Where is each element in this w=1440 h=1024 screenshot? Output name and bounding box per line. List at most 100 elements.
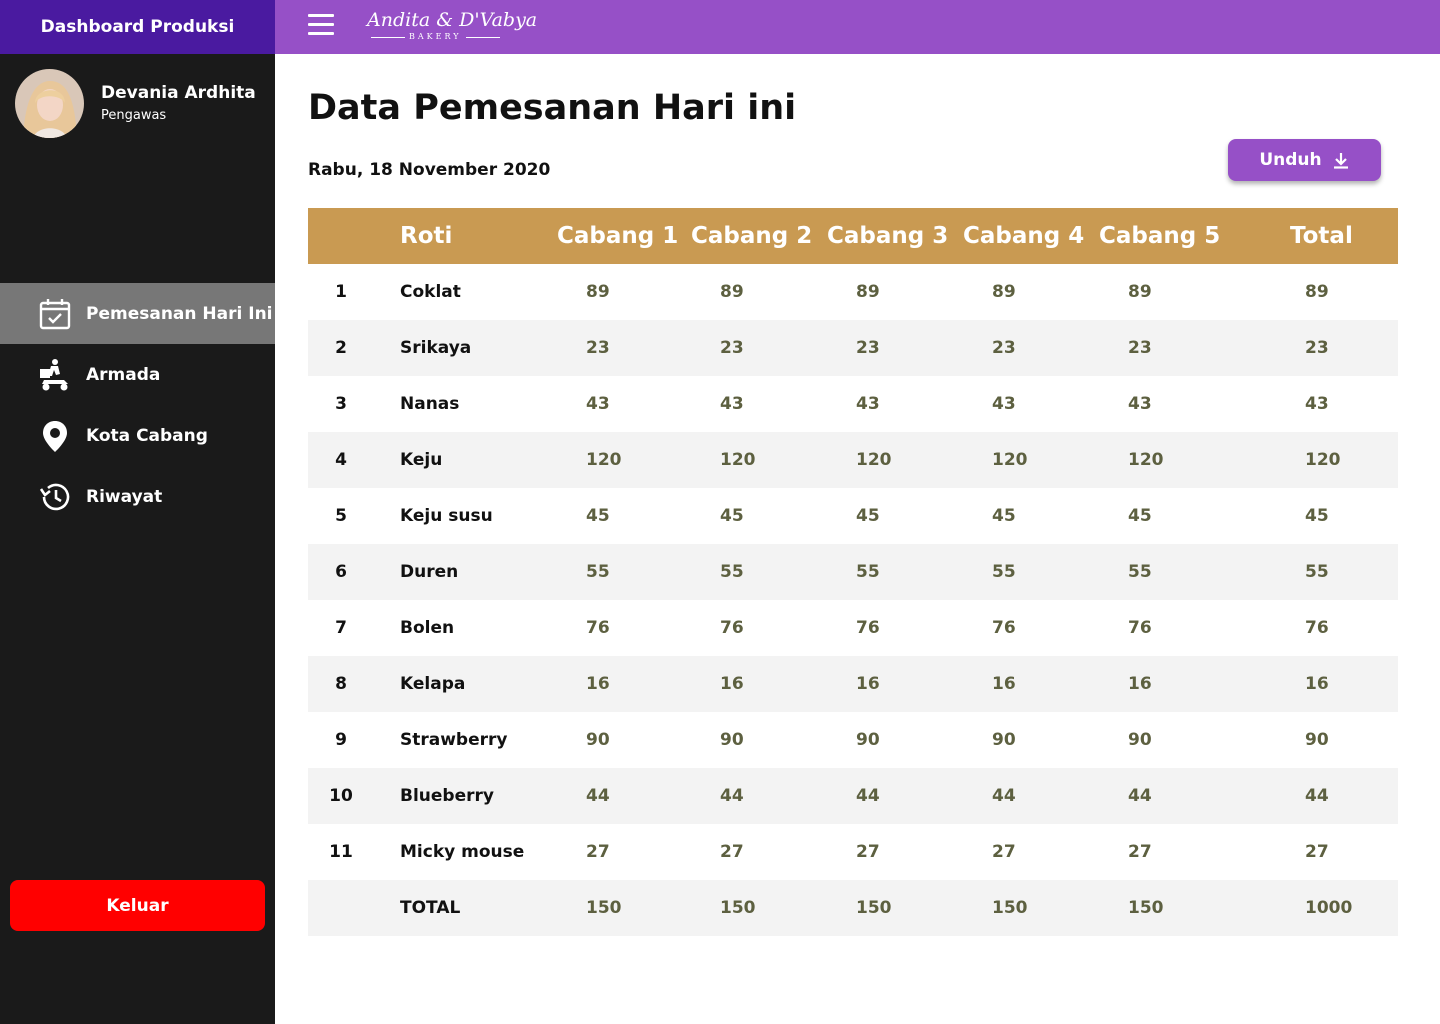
table-row: 9 Strawberry 90 90 90 90 90 90 bbox=[308, 712, 1398, 768]
sidebar-nav: Pemesanan Hari Ini Armada Kota Cabang Ri… bbox=[0, 283, 275, 527]
row-cabang-1: 43 bbox=[586, 394, 610, 414]
table-row: 8 Kelapa 16 16 16 16 16 16 bbox=[308, 656, 1398, 712]
row-roti: Keju susu bbox=[400, 506, 493, 526]
history-icon bbox=[38, 480, 72, 514]
row-cabang-4: 76 bbox=[992, 618, 1016, 638]
calendar-check-icon bbox=[38, 297, 72, 331]
row-total: 76 bbox=[1305, 618, 1329, 638]
row-total: 44 bbox=[1305, 786, 1329, 806]
download-button[interactable]: Unduh bbox=[1228, 139, 1381, 181]
sidebar-title: Dashboard Produksi bbox=[0, 0, 275, 54]
row-cabang-4: 89 bbox=[992, 282, 1016, 302]
row-number: 5 bbox=[335, 506, 347, 526]
table-row: 1 Coklat 89 89 89 89 89 89 bbox=[308, 264, 1398, 320]
row-total: 43 bbox=[1305, 394, 1329, 414]
table-row: 6 Duren 55 55 55 55 55 55 bbox=[308, 544, 1398, 600]
row-cabang-3: 44 bbox=[856, 786, 880, 806]
sidebar-item-armada[interactable]: Armada bbox=[0, 344, 275, 405]
logout-button[interactable]: Keluar bbox=[10, 880, 265, 931]
sidebar-item-label: Riwayat bbox=[86, 486, 163, 507]
row-number: 1 bbox=[335, 282, 347, 302]
row-cabang-1: 150 bbox=[586, 898, 622, 918]
sidebar-item-pemesanan-hari-ini[interactable]: Pemesanan Hari Ini bbox=[0, 283, 275, 344]
sidebar-item-kota-cabang[interactable]: Kota Cabang bbox=[0, 405, 275, 466]
sidebar-item-label: Armada bbox=[86, 364, 161, 385]
row-number: 7 bbox=[335, 618, 347, 638]
row-cabang-4: 43 bbox=[992, 394, 1016, 414]
row-number: 10 bbox=[329, 786, 353, 806]
row-cabang-1: 76 bbox=[586, 618, 610, 638]
row-cabang-4: 90 bbox=[992, 730, 1016, 750]
row-cabang-4: 150 bbox=[992, 898, 1028, 918]
row-number: 4 bbox=[335, 450, 347, 470]
row-cabang-3: 43 bbox=[856, 394, 880, 414]
page-title: Data Pemesanan Hari ini bbox=[308, 88, 797, 128]
row-number: 2 bbox=[335, 338, 347, 358]
row-cabang-2: 44 bbox=[720, 786, 744, 806]
profile-name: Devania Ardhita bbox=[101, 82, 256, 103]
row-total: 27 bbox=[1305, 842, 1329, 862]
current-date: Rabu, 18 November 2020 bbox=[308, 160, 551, 180]
row-cabang-1: 44 bbox=[586, 786, 610, 806]
avatar bbox=[15, 69, 84, 138]
brand-logo: Andita & D'Vabya BAKERY bbox=[367, 9, 537, 42]
table-total-row: TOTAL 150 150 150 150 150 1000 bbox=[308, 880, 1398, 936]
row-number: 9 bbox=[335, 730, 347, 750]
row-number bbox=[308, 880, 374, 936]
row-total: 23 bbox=[1305, 338, 1329, 358]
location-pin-icon bbox=[38, 419, 72, 453]
table-row: 11 Micky mouse 27 27 27 27 27 27 bbox=[308, 824, 1398, 880]
row-cabang-5: 150 bbox=[1128, 898, 1164, 918]
row-cabang-4: 27 bbox=[992, 842, 1016, 862]
row-cabang-5: 120 bbox=[1128, 450, 1164, 470]
sidebar-item-label: Pemesanan Hari Ini bbox=[86, 303, 273, 324]
row-cabang-5: 90 bbox=[1128, 730, 1152, 750]
row-cabang-3: 89 bbox=[856, 282, 880, 302]
row-cabang-2: 45 bbox=[720, 506, 744, 526]
row-cabang-1: 89 bbox=[586, 282, 610, 302]
row-cabang-2: 120 bbox=[720, 450, 756, 470]
row-cabang-5: 89 bbox=[1128, 282, 1152, 302]
row-cabang-1: 23 bbox=[586, 338, 610, 358]
header-no bbox=[308, 208, 374, 264]
header-total: Total bbox=[1290, 223, 1353, 249]
row-roti: Srikaya bbox=[400, 338, 472, 358]
header-cabang-5: Cabang 5 bbox=[1099, 223, 1221, 249]
row-cabang-4: 55 bbox=[992, 562, 1016, 582]
row-cabang-2: 89 bbox=[720, 282, 744, 302]
row-total: 120 bbox=[1305, 450, 1341, 470]
row-total: 16 bbox=[1305, 674, 1329, 694]
header-roti: Roti bbox=[400, 223, 453, 249]
row-roti: Strawberry bbox=[400, 730, 508, 750]
row-cabang-1: 120 bbox=[586, 450, 622, 470]
row-total: 45 bbox=[1305, 506, 1329, 526]
row-cabang-1: 45 bbox=[586, 506, 610, 526]
row-number: 3 bbox=[335, 394, 347, 414]
row-cabang-4: 16 bbox=[992, 674, 1016, 694]
row-cabang-1: 16 bbox=[586, 674, 610, 694]
row-cabang-3: 45 bbox=[856, 506, 880, 526]
top-bar: Andita & D'Vabya BAKERY bbox=[275, 0, 1440, 54]
row-cabang-5: 23 bbox=[1128, 338, 1152, 358]
orders-table: Roti Cabang 1 Cabang 2 Cabang 3 Cabang 4… bbox=[308, 208, 1398, 936]
row-number: 8 bbox=[335, 674, 347, 694]
sidebar: Dashboard Produksi Devania Ardhita Penga… bbox=[0, 0, 275, 1024]
hamburger-menu-icon[interactable] bbox=[308, 14, 334, 36]
header-cabang-1: Cabang 1 bbox=[557, 223, 679, 249]
row-total: 89 bbox=[1305, 282, 1329, 302]
user-profile: Devania Ardhita Pengawas bbox=[15, 69, 256, 138]
table-row: 5 Keju susu 45 45 45 45 45 45 bbox=[308, 488, 1398, 544]
row-cabang-3: 90 bbox=[856, 730, 880, 750]
sidebar-item-riwayat[interactable]: Riwayat bbox=[0, 466, 275, 527]
row-cabang-2: 23 bbox=[720, 338, 744, 358]
row-total: 55 bbox=[1305, 562, 1329, 582]
download-icon bbox=[1332, 151, 1350, 169]
row-roti: Coklat bbox=[400, 282, 461, 302]
table-row: 2 Srikaya 23 23 23 23 23 23 bbox=[308, 320, 1398, 376]
brand-sub: BAKERY bbox=[409, 32, 462, 41]
row-roti: Nanas bbox=[400, 394, 460, 414]
header-cabang-3: Cabang 3 bbox=[827, 223, 949, 249]
row-roti: Keju bbox=[400, 450, 443, 470]
table-row: 4 Keju 120 120 120 120 120 120 bbox=[308, 432, 1398, 488]
row-cabang-1: 27 bbox=[586, 842, 610, 862]
